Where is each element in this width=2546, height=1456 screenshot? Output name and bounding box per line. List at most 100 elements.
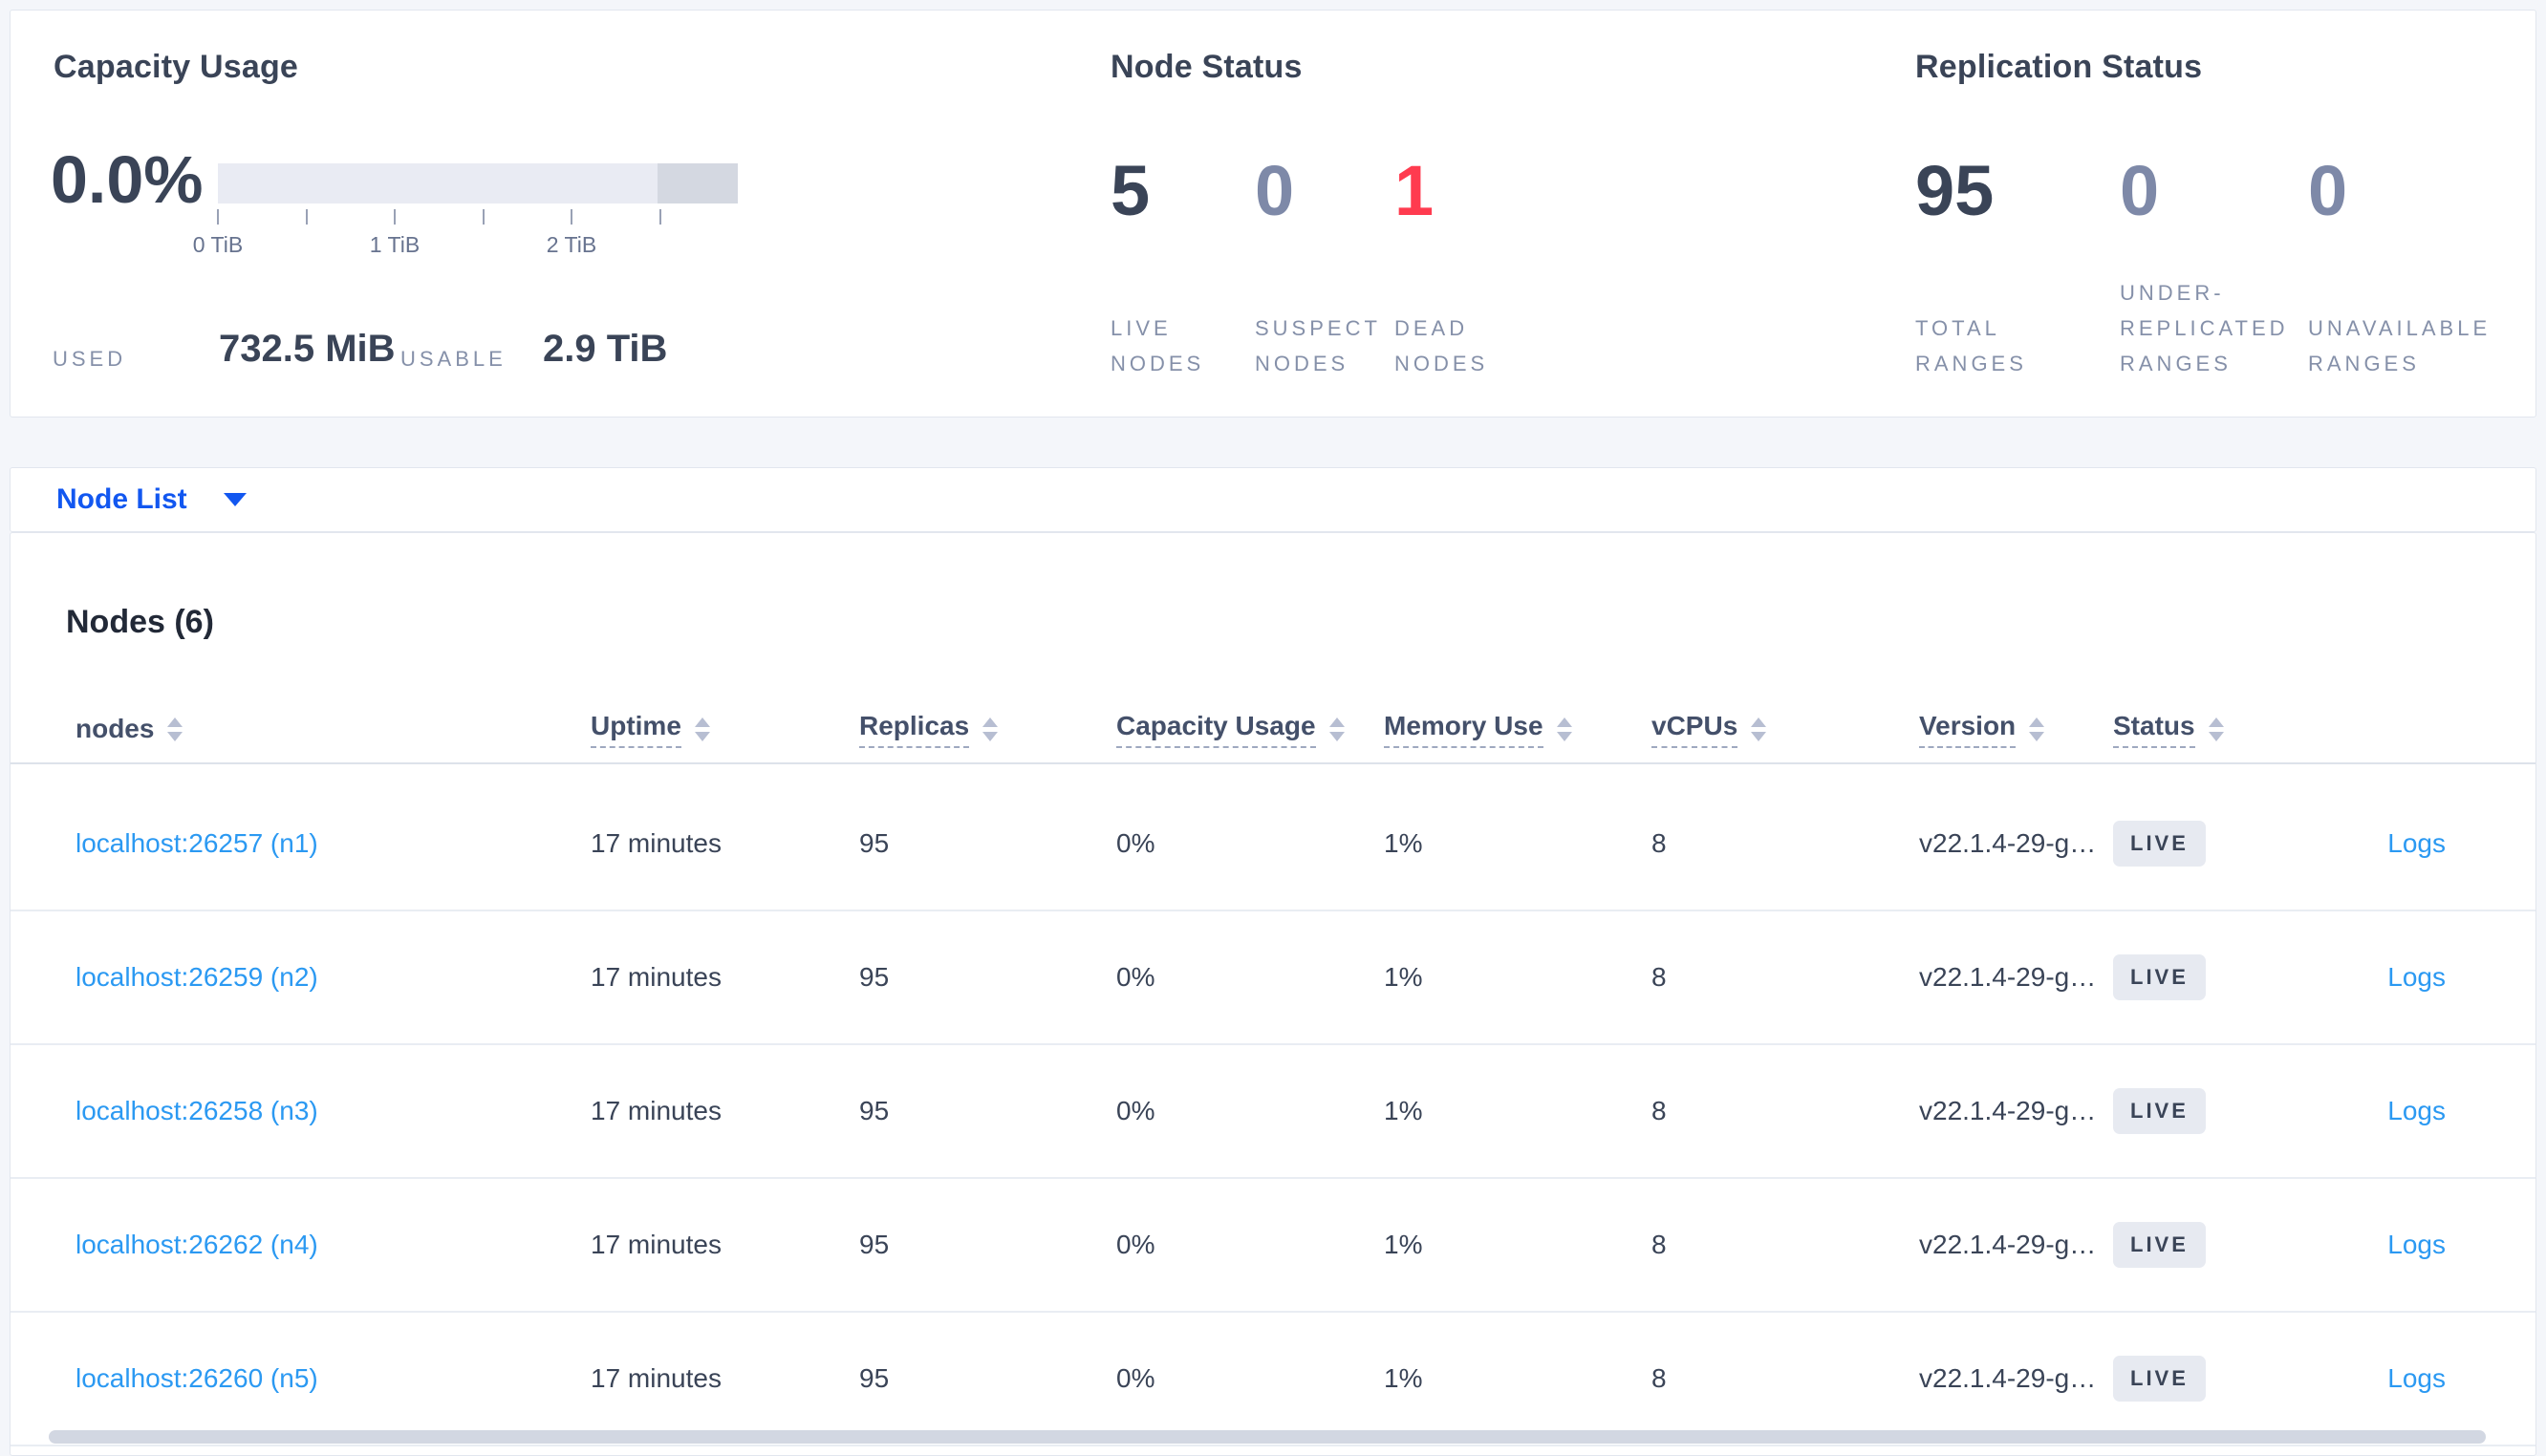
capacity-tick (217, 209, 219, 225)
column-header-capacity-usage[interactable]: Capacity Usage (1116, 711, 1384, 748)
vcpus-cell: 8 (1651, 1363, 1667, 1393)
capacity-usable-label: USABLE (400, 347, 507, 371)
capacity-tick-label: 1 TiB (369, 232, 421, 257)
node-link[interactable]: localhost:26262 (n4) (76, 1230, 318, 1259)
capacity-usage-title: Capacity Usage (54, 49, 299, 85)
dead-nodes-count: 1 (1394, 151, 1435, 230)
capacity-tick (306, 209, 308, 225)
node-link[interactable]: localhost:26260 (n5) (76, 1363, 318, 1393)
node-link[interactable]: localhost:26257 (n1) (76, 828, 318, 858)
sort-icon (982, 717, 999, 741)
total-ranges-count: 95 (1915, 151, 1995, 230)
vcpus-cell: 8 (1651, 1230, 1667, 1259)
node-list-dropdown[interactable]: Node List (56, 483, 187, 516)
capacity-tick (394, 209, 396, 225)
status-badge: LIVE (2113, 821, 2206, 867)
unavailable-ranges-count: 0 (2308, 151, 2348, 230)
capacity-tick (571, 209, 572, 225)
horizontal-scrollbar[interactable] (49, 1430, 2486, 1444)
capacity-percent: 0.0% (51, 142, 204, 217)
view-selector-bar: Node List (10, 467, 2536, 532)
column-header-status[interactable]: Status (2113, 711, 2319, 748)
memory-use-cell: 1% (1384, 1096, 1423, 1125)
node-link[interactable]: localhost:26259 (n2) (76, 962, 318, 992)
memory-use-cell: 1% (1384, 1230, 1423, 1259)
table-body: localhost:26257 (n1) 17 minutes 95 0% 1%… (11, 778, 2535, 1446)
column-header-nodes[interactable]: nodes (76, 714, 591, 744)
vcpus-cell: 8 (1651, 962, 1667, 992)
caret-down-icon[interactable] (223, 493, 247, 506)
under-replicated-ranges-label: UNDER- REPLICATED RANGES (2120, 281, 2289, 375)
table-row: localhost:26262 (n4) 17 minutes 95 0% 1%… (11, 1179, 2535, 1313)
capacity-usage-cell: 0% (1116, 828, 1155, 858)
capacity-tick-label: 0 TiB (192, 232, 244, 257)
uptime-cell: 17 minutes (591, 828, 722, 858)
table-row: localhost:26257 (n1) 17 minutes 95 0% 1%… (11, 778, 2535, 911)
capacity-used-label: USED (53, 347, 127, 371)
logs-link[interactable]: Logs (2387, 1230, 2446, 1259)
capacity-tick (483, 209, 485, 225)
sort-icon (1751, 717, 1767, 741)
capacity-tick-label: 2 TiB (546, 232, 597, 257)
replicas-cell: 95 (859, 1363, 890, 1393)
version-cell: v22.1.4-29-g… (1919, 1363, 2097, 1393)
replicas-cell: 95 (859, 828, 890, 858)
logs-link[interactable]: Logs (2387, 1363, 2446, 1393)
under-replicated-ranges-count: 0 (2120, 151, 2160, 230)
dead-nodes-label: DEAD NODES (1394, 316, 1489, 375)
capacity-usage-bar (218, 163, 738, 203)
sort-icon (1328, 717, 1345, 741)
status-badge: LIVE (2113, 1222, 2206, 1268)
uptime-cell: 17 minutes (591, 1363, 722, 1393)
capacity-usage-cell: 0% (1116, 962, 1155, 992)
capacity-used-value: 732.5 MiB (219, 328, 396, 370)
node-link[interactable]: localhost:26258 (n3) (76, 1096, 318, 1125)
memory-use-cell: 1% (1384, 1363, 1423, 1393)
status-badge: LIVE (2113, 1356, 2206, 1402)
sort-icon (2029, 717, 2045, 741)
logs-link[interactable]: Logs (2387, 962, 2446, 992)
vcpus-cell: 8 (1651, 828, 1667, 858)
total-ranges-label: TOTAL RANGES (1915, 316, 2027, 375)
uptime-cell: 17 minutes (591, 962, 722, 992)
sort-icon (694, 717, 710, 741)
logs-link[interactable]: Logs (2387, 1096, 2446, 1125)
uptime-cell: 17 minutes (591, 1230, 722, 1259)
replication-status-title: Replication Status (1915, 49, 2203, 85)
capacity-bar-end-segment (658, 163, 738, 203)
capacity-tick (659, 209, 661, 225)
sort-icon (1556, 717, 1572, 741)
column-header-replicas[interactable]: Replicas (859, 711, 1116, 748)
replicas-cell: 95 (859, 962, 890, 992)
table-header-row: nodes Uptime Replicas Capacity Usage Mem… (11, 696, 2535, 764)
logs-link[interactable]: Logs (2387, 828, 2446, 858)
memory-use-cell: 1% (1384, 962, 1423, 992)
nodes-section-title: Nodes (6) (66, 604, 214, 640)
table-row: localhost:26259 (n2) 17 minutes 95 0% 1%… (11, 911, 2535, 1045)
version-cell: v22.1.4-29-g… (1919, 1230, 2097, 1259)
capacity-usage-cell: 0% (1116, 1230, 1155, 1259)
nodes-table-panel: Nodes (6) nodes Uptime Replicas Capacity… (10, 532, 2536, 1456)
capacity-usable-value: 2.9 TiB (543, 328, 668, 370)
replicas-cell: 95 (859, 1096, 890, 1125)
cluster-summary-panel: Capacity Usage 0.0% 0 TiB 1 TiB 2 TiB US… (10, 10, 2536, 418)
column-header-vcpus[interactable]: vCPUs (1651, 711, 1919, 748)
sort-icon (2208, 717, 2224, 741)
version-cell: v22.1.4-29-g… (1919, 962, 2097, 992)
live-nodes-count: 5 (1111, 151, 1151, 230)
node-status-title: Node Status (1111, 49, 1303, 85)
suspect-nodes-count: 0 (1255, 151, 1295, 230)
memory-use-cell: 1% (1384, 828, 1423, 858)
table-row: localhost:26258 (n3) 17 minutes 95 0% 1%… (11, 1045, 2535, 1179)
status-badge: LIVE (2113, 1088, 2206, 1134)
version-cell: v22.1.4-29-g… (1919, 828, 2097, 858)
column-header-memory-use[interactable]: Memory Use (1384, 711, 1651, 748)
column-header-uptime[interactable]: Uptime (591, 711, 859, 748)
replicas-cell: 95 (859, 1230, 890, 1259)
column-header-version[interactable]: Version (1919, 711, 2113, 748)
status-badge: LIVE (2113, 954, 2206, 1000)
table-row: localhost:26260 (n5) 17 minutes 95 0% 1%… (11, 1313, 2535, 1446)
unavailable-ranges-label: UNAVAILABLE RANGES (2308, 316, 2492, 375)
version-cell: v22.1.4-29-g… (1919, 1096, 2097, 1125)
capacity-usage-cell: 0% (1116, 1363, 1155, 1393)
